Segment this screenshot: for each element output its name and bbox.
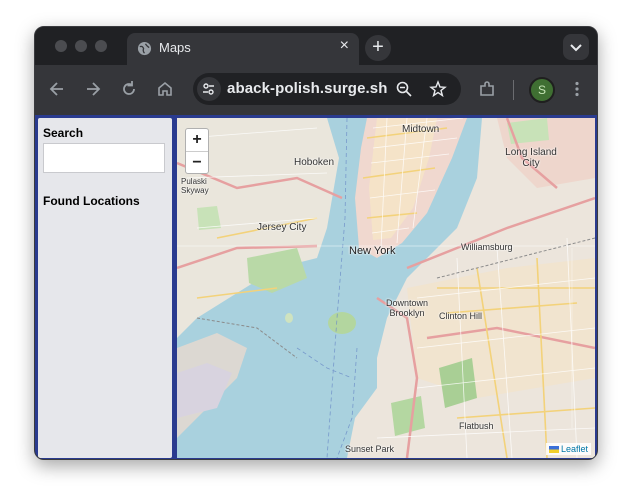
more-vert-icon[interactable] (567, 79, 587, 99)
new-tab-button[interactable]: + (365, 35, 391, 61)
reload-icon[interactable] (119, 79, 139, 99)
map-view[interactable]: Midtown Hoboken Long Island City Pulaski… (177, 118, 595, 458)
map-label-williamsburg: Williamsburg (461, 242, 513, 252)
site-info-button[interactable] (197, 77, 221, 101)
star-icon[interactable] (429, 80, 447, 98)
close-tab-icon[interactable]: × (340, 38, 349, 54)
tab-title: Maps (159, 40, 191, 55)
forward-arrow-icon[interactable] (83, 79, 103, 99)
browser-window: Maps × + aback-polish.surge.sh S Search … (34, 26, 598, 460)
map-label-jersey-city: Jersey City (257, 222, 307, 233)
zoom-out-button[interactable]: − (186, 152, 208, 174)
profile-avatar[interactable]: S (529, 77, 555, 103)
map-label-hoboken: Hoboken (294, 157, 335, 168)
page-content: Search Found Locations Midtown Hoboken L… (35, 115, 597, 459)
search-input[interactable] (43, 143, 165, 173)
maximize-window-button[interactable] (95, 40, 107, 52)
map-label-pulaski-skyway: Pulaski Skyway (181, 177, 209, 195)
close-window-button[interactable] (55, 40, 67, 52)
ukraine-flag-icon (548, 446, 559, 453)
map-label-new-york: New York (349, 245, 396, 257)
map-tiles (177, 118, 595, 458)
address-bar[interactable]: aback-polish.surge.sh (193, 73, 461, 105)
map-label-long-island-city: Long Island City (505, 147, 557, 169)
map-label-flatbush: Flatbush (459, 421, 494, 431)
zoom-in-button[interactable]: + (186, 129, 208, 152)
back-arrow-icon[interactable] (47, 79, 67, 99)
sidebar: Search Found Locations (38, 118, 172, 458)
zoom-control: + − (185, 128, 209, 174)
extensions-icon[interactable] (477, 79, 497, 99)
toolbar-divider (513, 80, 514, 100)
tab-search-button[interactable] (563, 34, 589, 60)
search-label: Search (43, 126, 84, 140)
map-attribution: Leaflet (545, 443, 591, 455)
chevron-down-icon (570, 44, 582, 52)
globe-icon (137, 41, 152, 56)
map-label-midtown: Midtown (402, 124, 440, 135)
map-label-sunset-park: Sunset Park (345, 444, 395, 454)
map-label-downtown-brooklyn: Downtown Brooklyn (385, 298, 429, 318)
tab-maps[interactable]: Maps × (127, 33, 359, 65)
minimize-window-button[interactable] (75, 40, 87, 52)
tab-bar: Maps × + (35, 27, 597, 65)
browser-toolbar: aback-polish.surge.sh S (35, 65, 597, 115)
map-label-clinton-hill: Clinton Hill (439, 311, 483, 321)
found-locations-heading: Found Locations (43, 194, 140, 208)
url-text: aback-polish.surge.sh (227, 80, 388, 97)
home-icon[interactable] (155, 79, 175, 99)
attribution-link[interactable]: Leaflet (561, 444, 588, 454)
tune-icon (203, 83, 214, 95)
zoom-out-icon[interactable] (395, 80, 413, 98)
